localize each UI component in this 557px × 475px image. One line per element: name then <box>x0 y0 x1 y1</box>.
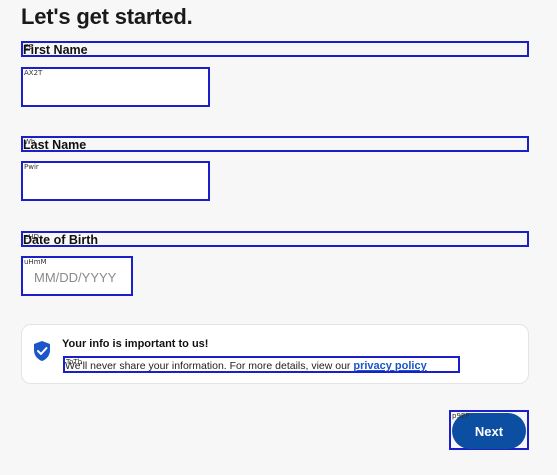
last-name-field[interactable]: Pwir <box>21 161 210 201</box>
annotation-tag: AX2T <box>24 69 43 77</box>
privacy-policy-link[interactable]: privacy policy <box>353 360 426 372</box>
dob-placeholder: MM/DD/YYYY <box>34 270 117 285</box>
info-title: Your info is important to us! <box>62 338 209 350</box>
dob-label-row: eHD Date of Birth <box>21 231 529 247</box>
info-body-text: We'll never share your information. For … <box>65 360 354 372</box>
annotation-tag: uHmM <box>24 258 47 266</box>
annotation-tag: p9EP <box>452 412 470 420</box>
first-name-label-row: ZB First Name <box>21 41 529 57</box>
page: Let's get started. ZB First Name AX2T Wh… <box>0 0 557 475</box>
dob-label: Date of Birth <box>23 233 98 247</box>
annotation-tag: Pwir <box>24 163 39 171</box>
privacy-info-card: Your info is important to us! ToTb We'll… <box>21 324 529 384</box>
dob-field[interactable]: uHmM MM/DD/YYYY <box>21 256 133 296</box>
last-name-label-row: Wh Last Name <box>21 136 529 152</box>
page-title: Let's get started. <box>21 4 193 29</box>
first-name-label: First Name <box>23 43 88 57</box>
shield-check-icon <box>34 341 50 361</box>
first-name-field[interactable]: AX2T <box>21 67 210 107</box>
next-button-box: p9EP Next <box>449 410 529 450</box>
info-body-box: ToTb We'll never share your information.… <box>63 356 460 373</box>
last-name-label: Last Name <box>23 138 87 152</box>
info-body: We'll never share your information. For … <box>65 360 427 372</box>
